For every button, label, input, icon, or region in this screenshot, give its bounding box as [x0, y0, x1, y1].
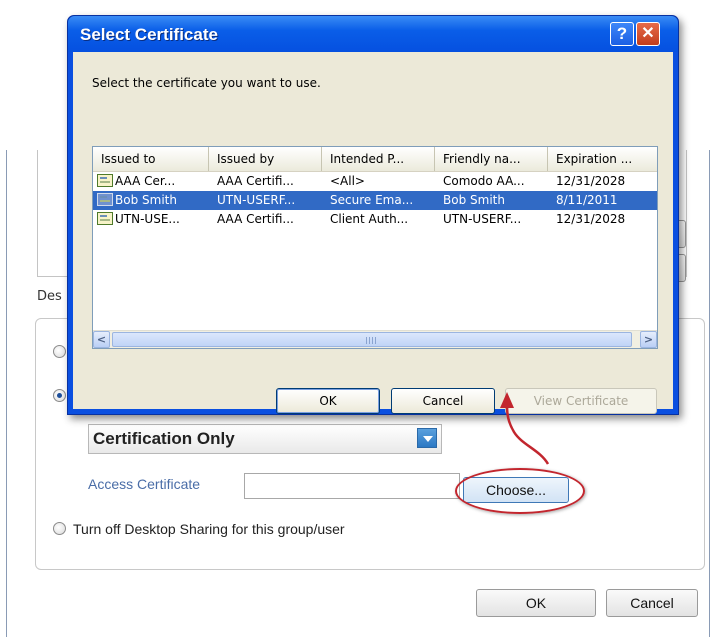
annotation-arrow-head [500, 392, 514, 408]
annotation-arrow [500, 392, 550, 465]
annotation-arrow-line [505, 404, 550, 465]
